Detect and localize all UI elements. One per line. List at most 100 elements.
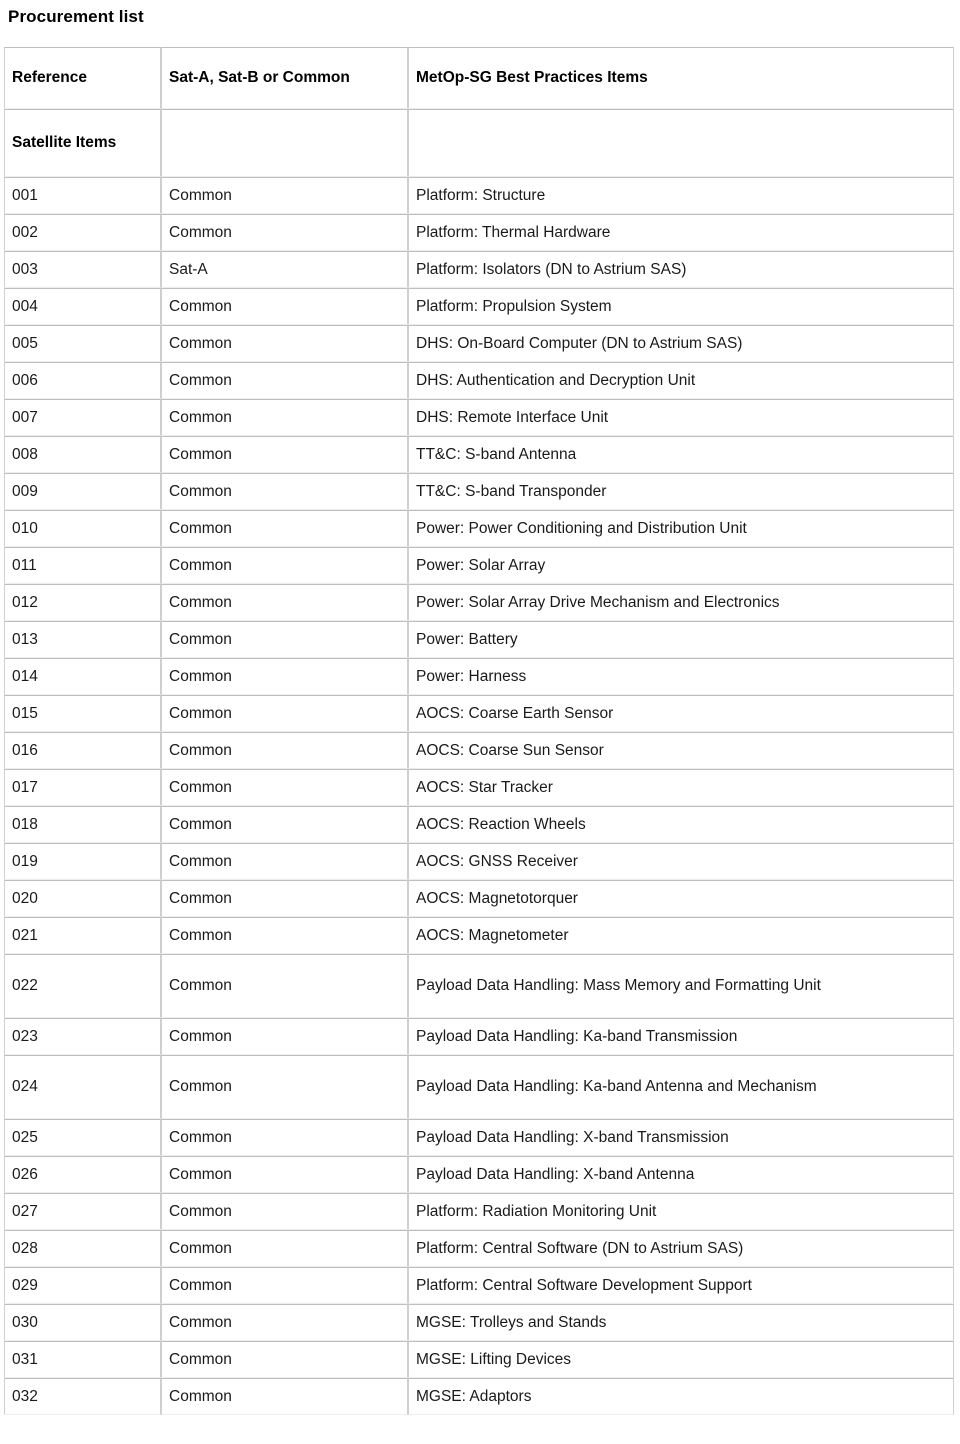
table-row: 027 Common Platform: Radiation Monitoring …	[4, 1193, 954, 1230]
cell-reference: 014	[4, 658, 161, 695]
table-row: 007 Common DHS: Remote Interface Unit	[4, 399, 954, 436]
cell-reference: 007	[4, 399, 161, 436]
cell-item: DHS: Remote Interface Unit	[408, 399, 954, 436]
procurement-table: Reference Sat-A, Sat-B or Common MetOp-S…	[4, 47, 954, 1415]
cell-reference: 018	[4, 806, 161, 843]
table-row: 011 Common Power: Solar Array	[4, 547, 954, 584]
cell-reference: 004	[4, 288, 161, 325]
cell-sat-or-common: Common	[161, 1378, 408, 1415]
cell-sat-or-common: Common	[161, 584, 408, 621]
cell-item: AOCS: Coarse Sun Sensor	[408, 732, 954, 769]
table-row: 018 Common AOCS: Reaction Wheels	[4, 806, 954, 843]
table-row: 021 Common AOCS: Magnetometer	[4, 917, 954, 954]
cell-reference: 027	[4, 1193, 161, 1230]
cell-sat-or-common: Common	[161, 547, 408, 584]
cell-reference: 009	[4, 473, 161, 510]
cell-sat-or-common: Common	[161, 436, 408, 473]
cell-item: Payload Data Handling: X-band Transmissi…	[408, 1119, 954, 1156]
cell-reference: 030	[4, 1304, 161, 1341]
column-header-items: MetOp-SG Best Practices Items	[408, 47, 954, 109]
column-header-reference: Reference	[4, 47, 161, 109]
cell-item: Platform: Central Software (DN to Astriu…	[408, 1230, 954, 1267]
cell-item: AOCS: Coarse Earth Sensor	[408, 695, 954, 732]
page-title: Procurement list	[8, 7, 144, 26]
cell-sat-or-common: Common	[161, 177, 408, 214]
table-row: 013 Common Power: Battery	[4, 621, 954, 658]
table-row: 024 Common Payload Data Handling: Ka-band …	[4, 1055, 954, 1119]
column-header-sat-or-common: Sat-A, Sat-B or Common	[161, 47, 408, 109]
cell-reference: 032	[4, 1378, 161, 1415]
cell-sat-or-common: Common	[161, 695, 408, 732]
cell-sat-or-common: Common	[161, 843, 408, 880]
cell-reference: 012	[4, 584, 161, 621]
table-row: 014 Common Power: Harness	[4, 658, 954, 695]
cell-item: Platform: Propulsion System	[408, 288, 954, 325]
cell-sat-or-common: Common	[161, 1267, 408, 1304]
cell-reference: 023	[4, 1018, 161, 1055]
table-row: 026 Common Payload Data Handling: X-band A…	[4, 1156, 954, 1193]
table-row: 032 Common MGSE: Adaptors	[4, 1378, 954, 1415]
cell-reference: 005	[4, 325, 161, 362]
cell-item: AOCS: GNSS Receiver	[408, 843, 954, 880]
cell-item: TT&C: S-band Antenna	[408, 436, 954, 473]
table-subheader-row: Satellite Items	[4, 109, 954, 177]
cell-item: Payload Data Handling: Mass Memory and F…	[408, 954, 954, 1018]
table-row: 028 Common Platform: Central Software (DN …	[4, 1230, 954, 1267]
cell-item: Power: Power Conditioning and Distributi…	[408, 510, 954, 547]
cell-sat-or-common: Common	[161, 954, 408, 1018]
cell-item: Power: Battery	[408, 621, 954, 658]
cell-sat-or-common: Common	[161, 806, 408, 843]
subheader-sat-empty	[161, 109, 408, 177]
cell-item: TT&C: S-band Transponder	[408, 473, 954, 510]
table-row: 004 Common Platform: Propulsion System	[4, 288, 954, 325]
cell-sat-or-common: Common	[161, 399, 408, 436]
cell-sat-or-common: Common	[161, 1193, 408, 1230]
cell-sat-or-common: Common	[161, 288, 408, 325]
cell-reference: 026	[4, 1156, 161, 1193]
cell-reference: 028	[4, 1230, 161, 1267]
cell-item: Platform: Central Software Development S…	[408, 1267, 954, 1304]
cell-sat-or-common: Common	[161, 1018, 408, 1055]
subheader-items-empty	[408, 109, 954, 177]
cell-sat-or-common: Common	[161, 658, 408, 695]
cell-sat-or-common: Common	[161, 880, 408, 917]
table-row: 020 Common AOCS: Magnetotorquer	[4, 880, 954, 917]
cell-item: AOCS: Star Tracker	[408, 769, 954, 806]
cell-sat-or-common: Common	[161, 621, 408, 658]
cell-reference: 013	[4, 621, 161, 658]
cell-sat-or-common: Common	[161, 510, 408, 547]
cell-sat-or-common: Common	[161, 769, 408, 806]
table-row: 005 Common DHS: On-Board Computer (DN to A…	[4, 325, 954, 362]
table-row: 016 Common AOCS: Coarse Sun Sensor	[4, 732, 954, 769]
cell-item: Power: Solar Array	[408, 547, 954, 584]
cell-reference: 019	[4, 843, 161, 880]
table-row: 002 Common Platform: Thermal Hardware	[4, 214, 954, 251]
cell-reference: 025	[4, 1119, 161, 1156]
cell-item: MGSE: Lifting Devices	[408, 1341, 954, 1378]
document-page: Procurement list Reference Sat-A, Sat-B …	[0, 0, 960, 1444]
cell-sat-or-common: Common	[161, 1156, 408, 1193]
cell-item: DHS: Authentication and Decryption Unit	[408, 362, 954, 399]
table-row: 022 Common Payload Data Handling: Mass Mem…	[4, 954, 954, 1018]
table-header-row: Reference Sat-A, Sat-B or Common MetOp-S…	[4, 47, 954, 109]
cell-item: MGSE: Adaptors	[408, 1378, 954, 1415]
table-row: 023 Common Payload Data Handling: Ka-band …	[4, 1018, 954, 1055]
table-row: 001 Common Platform: Structure	[4, 177, 954, 214]
cell-sat-or-common: Common	[161, 473, 408, 510]
cell-reference: 008	[4, 436, 161, 473]
cell-item: Power: Harness	[408, 658, 954, 695]
cell-reference: 016	[4, 732, 161, 769]
cell-sat-or-common: Common	[161, 1304, 408, 1341]
cell-reference: 029	[4, 1267, 161, 1304]
subheader-satellite-items: Satellite Items	[4, 109, 161, 177]
table-row: 031 Common MGSE: Lifting Devices	[4, 1341, 954, 1378]
cell-reference: 021	[4, 917, 161, 954]
cell-sat-or-common: Common	[161, 1119, 408, 1156]
cell-sat-or-common: Common	[161, 1055, 408, 1119]
cell-reference: 017	[4, 769, 161, 806]
cell-item: Platform: Isolators (DN to Astrium SAS)	[408, 251, 954, 288]
cell-reference: 001	[4, 177, 161, 214]
cell-sat-or-common: Common	[161, 325, 408, 362]
cell-item: AOCS: Magnetotorquer	[408, 880, 954, 917]
cell-sat-or-common: Common	[161, 362, 408, 399]
